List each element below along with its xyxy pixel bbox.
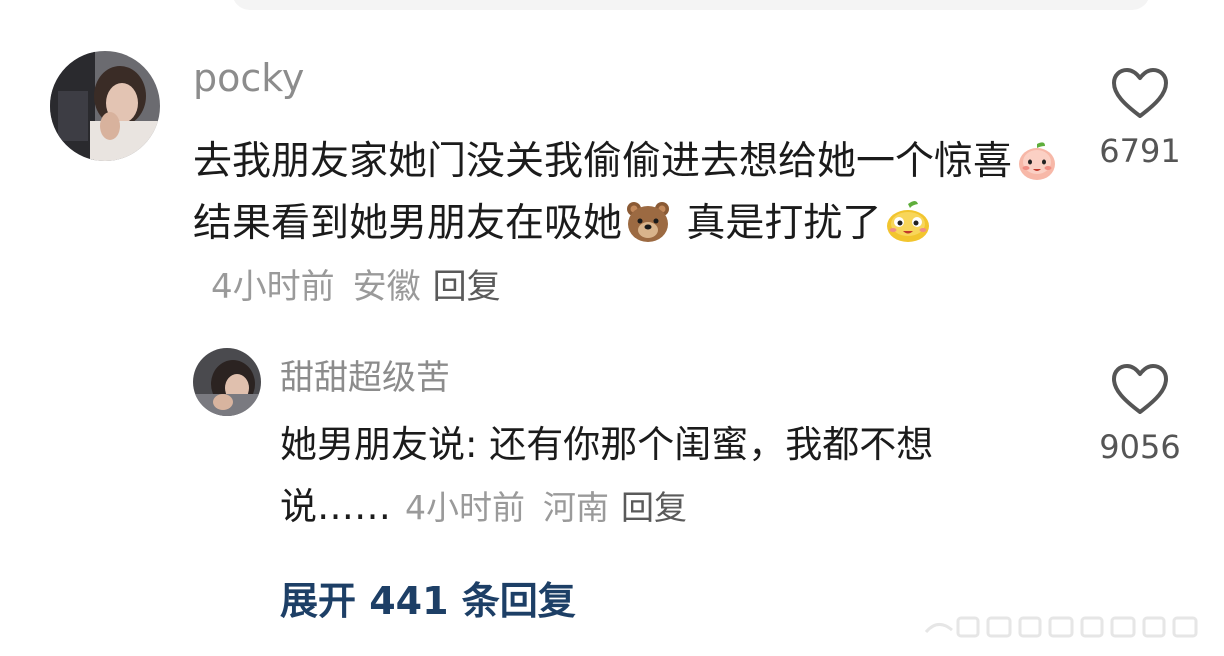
reply-text: 她男朋友说: 还有你那个闺蜜，我都不想说…… 4小时前 河南 回复: [280, 414, 1040, 539]
reply-meta: 4小时前 河南 回复: [391, 488, 687, 527]
previous-item-bottom-edge: [232, 0, 1150, 10]
peach-face-emoji-icon: [1015, 138, 1059, 182]
heart-outline-icon: [1112, 68, 1168, 118]
reply-avatar-image: [193, 348, 261, 416]
heart-outline-icon: [1112, 364, 1168, 414]
comment-meta: 4小时前 安徽 回复: [193, 267, 501, 307]
comment-text-part1: 去我朋友家她门没关我偷偷进去想给她一个惊喜: [193, 139, 1013, 184]
avatar-image: [50, 51, 160, 161]
comment-time: 4小时前: [211, 267, 335, 307]
comment-text: 去我朋友家她门没关我偷偷进去想给她一个惊喜 结果看到她男朋友在吸她 真是打扰了: [193, 131, 1073, 318]
watermark-logo: [924, 616, 1198, 638]
yellow-blob-emoji-icon: [884, 198, 932, 244]
reply-location: 河南: [543, 488, 609, 527]
reply-time: 4小时前: [405, 488, 525, 527]
comment-like-count: 6791: [1099, 132, 1181, 170]
reply-like-button[interactable]: 9056: [1090, 362, 1190, 466]
reply-username[interactable]: 甜甜超级苦: [280, 350, 450, 399]
reply-avatar[interactable]: [193, 348, 261, 416]
comment-location: 安徽: [352, 267, 421, 307]
comment-like-button[interactable]: 6791: [1090, 66, 1190, 170]
reply-like-count: 9056: [1099, 428, 1181, 466]
comment-username[interactable]: pocky: [193, 56, 304, 100]
expand-replies-button[interactable]: 展开 441 条回复: [280, 570, 576, 625]
bear-face-emoji-icon: [625, 200, 671, 244]
comment-text-part3: 真是打扰了: [674, 201, 882, 246]
avatar[interactable]: [50, 51, 160, 161]
comment-reply-button[interactable]: 回复: [433, 267, 501, 307]
reply-reply-button[interactable]: 回复: [621, 488, 687, 527]
comment-text-part2: 结果看到她男朋友在吸她: [193, 201, 623, 246]
